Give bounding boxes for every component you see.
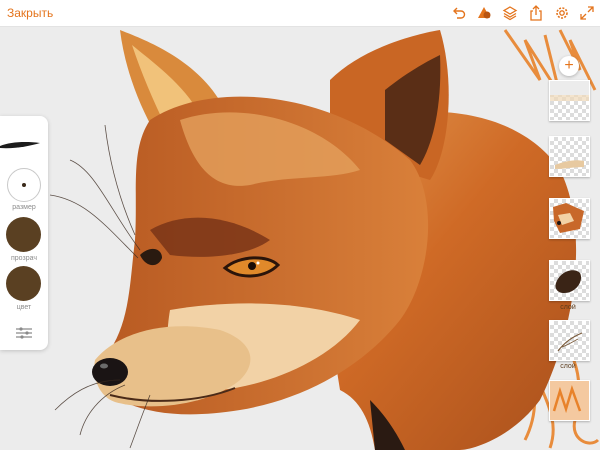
layer-thumb-5[interactable]	[549, 320, 590, 361]
opacity-swatch[interactable]	[6, 217, 41, 252]
share-icon[interactable]	[528, 5, 544, 21]
drawing-canvas[interactable]	[0, 26, 600, 450]
layer-thumb-2[interactable]	[549, 136, 590, 177]
opacity-label: прозрач	[11, 255, 37, 262]
layers-strip: + слой слой	[542, 50, 594, 450]
top-toolbar: Закрыть	[0, 0, 600, 27]
brush-tool-panel: размер прозрач цвет	[0, 116, 48, 350]
layer-thumb-3[interactable]	[549, 198, 590, 239]
color-swatch[interactable]	[6, 266, 41, 301]
layer-thumb-6[interactable]	[549, 380, 590, 421]
close-button[interactable]: Закрыть	[7, 6, 53, 20]
size-label: размер	[12, 204, 36, 211]
brush-size-dot	[22, 183, 26, 187]
sliders-icon[interactable]	[16, 326, 32, 340]
layers-icon[interactable]	[502, 5, 518, 21]
brush-stroke-preview[interactable]	[0, 140, 40, 150]
layer-thumb-4[interactable]	[549, 260, 590, 301]
fullscreen-icon[interactable]	[579, 5, 595, 21]
layer-thumb-1[interactable]	[549, 80, 590, 121]
undo-icon[interactable]	[451, 5, 467, 21]
layer-label-5: слой	[560, 363, 576, 370]
settings-icon[interactable]	[554, 5, 570, 21]
fox-nose	[92, 358, 128, 386]
shape-tool-icon[interactable]	[476, 5, 492, 21]
add-layer-button[interactable]: +	[559, 56, 579, 76]
layer-label-4: слой	[560, 304, 576, 311]
color-label: цвет	[16, 304, 32, 311]
brush-size-control[interactable]	[7, 168, 41, 202]
